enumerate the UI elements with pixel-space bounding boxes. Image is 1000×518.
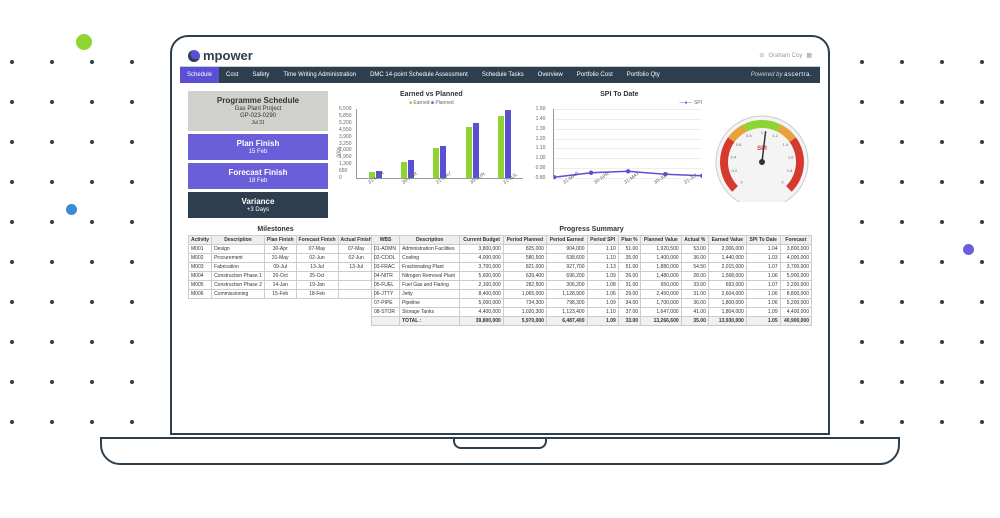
table-row[interactable]: M006Commissioning15-Feb18-Feb (189, 290, 375, 299)
card-forecast-finish[interactable]: Forecast Finish 18 Feb (188, 163, 328, 189)
table-row[interactable]: 04-NITRNitrogen Removal Plant5,600,00063… (372, 272, 812, 281)
main-nav: ScheduleCostSafetyTime Writing Administr… (180, 67, 820, 83)
chart-spi-to-date: SPI To Date —●— SPI 0.800.901.001.101.20… (533, 91, 706, 218)
svg-text:0.6: 0.6 (736, 142, 742, 147)
svg-text:1.4: 1.4 (783, 142, 789, 147)
svg-text:0.2: 0.2 (732, 168, 738, 173)
nav-schedule[interactable]: Schedule (180, 67, 219, 83)
svg-text:1.8: 1.8 (787, 168, 793, 173)
nav-dmc-14-point-schedule-assessment[interactable]: DMC 14-point Schedule Assessment (363, 67, 475, 83)
svg-text:0.8: 0.8 (746, 133, 752, 138)
logo-icon (188, 50, 200, 62)
table-row[interactable]: M003Fabrication09-Jul13-Jul13-Jul (189, 263, 375, 272)
table-row[interactable]: 06-JTTYJetty8,400,0001,065,0001,128,9001… (372, 290, 812, 299)
table-row[interactable]: M002Procurement31-May02-Jun02-Jun (189, 254, 375, 263)
powered-by: Powered by ascertra. (751, 72, 820, 78)
table-row[interactable]: M005Construction Phase 214-Jan19-Jan (189, 281, 375, 290)
nav-overview[interactable]: Overview (531, 67, 570, 83)
nav-time-writing-administration[interactable]: Time Writing Administration (276, 67, 363, 83)
svg-text:1.2: 1.2 (772, 133, 778, 138)
chart-earned-vs-planned: Earned vs Planned ■ Earned ■ Planned 000… (336, 91, 527, 218)
card-variance[interactable]: Variance +3 Days (188, 192, 328, 218)
svg-text:SPI: SPI (757, 146, 767, 152)
laptop-base (100, 437, 900, 465)
card-programme: Programme Schedule Gas Plant Project GP-… (188, 91, 328, 131)
user-name: Graham Coy (768, 53, 802, 59)
table-row[interactable]: 07-PIPEPipeline5,000,000734,300798,3001.… (372, 299, 812, 308)
table-row[interactable]: 03-FRACFractionating Plant3,700,000821,0… (372, 263, 812, 272)
table-milestones: Milestones ActivityDescriptionPlan Finis… (188, 226, 363, 326)
menu-icon: ▦ (806, 52, 812, 59)
table-row[interactable]: 01-ADMNAdministration Facilities3,800,00… (372, 245, 812, 254)
app-logo: mpower (188, 48, 253, 63)
logo-text: mpower (203, 48, 253, 63)
table-row[interactable]: M004Construction Phase 120-Oct25-Oct (189, 272, 375, 281)
gauge-spi: 00.20.40.60.811.21.41.61.82SPI (712, 91, 812, 218)
table-row[interactable]: 02-COOLCooling4,000,000580,500638,6001.1… (372, 254, 812, 263)
table-row[interactable]: M001Design30-Apr07-May07-May (189, 245, 375, 254)
svg-text:1.6: 1.6 (788, 154, 794, 159)
card-plan-finish[interactable]: Plan Finish 15 Feb (188, 134, 328, 160)
user-menu[interactable]: ⊘ Graham Coy ▦ (759, 52, 812, 59)
nav-portfolio-qty[interactable]: Portfolio Qty (620, 67, 667, 83)
nav-portfolio-cost[interactable]: Portfolio Cost (570, 67, 620, 83)
table-progress-summary: Progress Summary WBSDescriptionCurrent B… (371, 226, 812, 326)
topbar: mpower ⊘ Graham Coy ▦ (180, 45, 820, 67)
nav-schedule-tasks[interactable]: Schedule Tasks (475, 67, 531, 83)
svg-text:0.4: 0.4 (731, 154, 737, 159)
table-row[interactable]: 08-STORStorage Tanks4,400,0001,020,3001,… (372, 308, 812, 317)
summary-cards: Programme Schedule Gas Plant Project GP-… (188, 91, 328, 218)
nav-safety[interactable]: Safety (245, 67, 276, 83)
nav-cost[interactable]: Cost (219, 67, 245, 83)
user-icon: ⊘ (759, 52, 764, 59)
table-row[interactable]: 05-FUELFuel Gas and Flaring2,100,000282,… (372, 281, 812, 290)
